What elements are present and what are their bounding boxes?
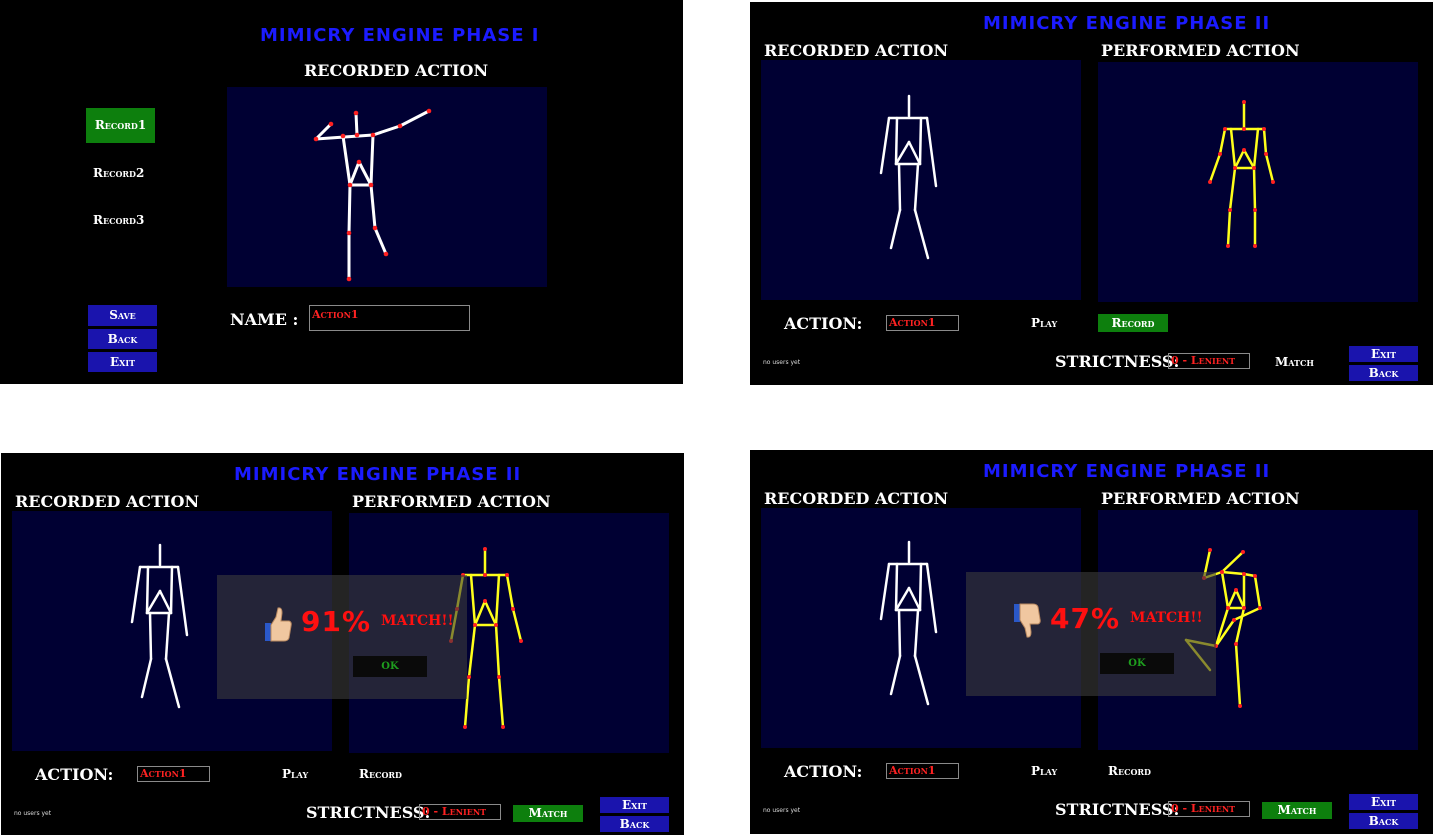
back-button[interactable]: Back: [1349, 365, 1418, 381]
performed-skeleton: [1208, 100, 1275, 248]
ok-button[interactable]: OK: [353, 656, 427, 677]
action-select[interactable]: Action1: [137, 766, 210, 782]
save-button[interactable]: Save: [88, 305, 157, 326]
users-status: no users yet: [14, 810, 52, 817]
phase2-panel-match: MIMICRY ENGINE PHASE II RECORDED ACTION …: [1, 453, 684, 835]
match-button[interactable]: Match: [1262, 802, 1332, 819]
exit-button[interactable]: Exit: [1349, 794, 1418, 810]
record-button[interactable]: Record: [1098, 314, 1168, 332]
performed-action-heading: PERFORMED ACTION: [1101, 41, 1300, 60]
match-button[interactable]: Match: [513, 805, 583, 822]
ok-button[interactable]: OK: [1100, 653, 1174, 674]
action-select[interactable]: Action1: [886, 315, 959, 331]
exit-button[interactable]: Exit: [88, 352, 157, 372]
strictness-label: STRICTNESS:: [1055, 352, 1180, 371]
back-button[interactable]: Back: [600, 816, 669, 832]
strictness-select[interactable]: 0 - Lenient: [1168, 801, 1250, 817]
recorded-action-heading: RECORDED ACTION: [764, 41, 949, 60]
performed-action-heading: PERFORMED ACTION: [352, 492, 551, 511]
match-result-dialog: 47% MATCH!! OK: [966, 572, 1216, 696]
record2-button[interactable]: Record2: [93, 166, 144, 180]
record-button[interactable]: Record: [359, 767, 402, 781]
match-percentage: 91%: [301, 605, 372, 638]
phase2-panel-mismatch: MIMICRY ENGINE PHASE II RECORDED ACTION …: [750, 450, 1433, 834]
app-title: MIMICRY ENGINE PHASE II: [983, 461, 1271, 482]
thumbs-down-icon: [1008, 600, 1042, 644]
match-text: MATCH!!: [381, 613, 454, 629]
action-select[interactable]: Action1: [886, 763, 959, 779]
match-result-dialog: 91% MATCH!! OK: [217, 575, 467, 699]
action-label: ACTION:: [784, 762, 863, 781]
recorded-action-heading: RECORDED ACTION: [15, 492, 200, 511]
recorded-action-heading: RECORDED ACTION: [764, 489, 949, 508]
app-title: MIMICRY ENGINE PHASE I: [260, 25, 540, 46]
users-status: no users yet: [763, 359, 801, 366]
app-title: MIMICRY ENGINE PHASE II: [983, 13, 1271, 34]
back-button[interactable]: Back: [1349, 813, 1418, 829]
users-status: no users yet: [763, 807, 801, 814]
recorded-skeleton: [313, 108, 432, 282]
name-label: NAME :: [230, 310, 299, 329]
strictness-label: STRICTNESS:: [1055, 800, 1180, 819]
app-title: MIMICRY ENGINE PHASE II: [234, 464, 522, 485]
back-button[interactable]: Back: [88, 329, 157, 349]
record3-button[interactable]: Record3: [93, 213, 144, 227]
performed-action-heading: PERFORMED ACTION: [1101, 489, 1300, 508]
recorded-skeleton: [879, 94, 938, 260]
strictness-select[interactable]: 0 - Lenient: [1168, 353, 1250, 369]
exit-button[interactable]: Exit: [1349, 346, 1418, 362]
play-button[interactable]: Play: [1031, 316, 1057, 330]
record-button[interactable]: Record: [1108, 764, 1151, 778]
recorded-action-canvas: [761, 60, 1081, 300]
recorded-action-canvas: [227, 87, 547, 287]
performed-action-canvas: [1098, 62, 1418, 302]
action-label: ACTION:: [784, 314, 863, 333]
match-text: MATCH!!: [1130, 610, 1203, 626]
play-button[interactable]: Play: [1031, 764, 1057, 778]
recorded-action-heading: RECORDED ACTION: [304, 61, 489, 80]
play-button[interactable]: Play: [282, 767, 308, 781]
thumbs-up-icon: [259, 605, 293, 649]
phase1-panel: MIMICRY ENGINE PHASE I RECORDED ACTION R…: [0, 0, 683, 384]
action-name-input[interactable]: Action1: [309, 305, 470, 331]
exit-button[interactable]: Exit: [600, 797, 669, 813]
strictness-select[interactable]: 0 - Lenient: [419, 804, 501, 820]
strictness-label: STRICTNESS:: [306, 803, 431, 822]
action-label: ACTION:: [35, 765, 114, 784]
match-percentage: 47%: [1050, 602, 1121, 635]
phase2-panel-idle: MIMICRY ENGINE PHASE II RECORDED ACTION …: [750, 2, 1433, 385]
match-button[interactable]: Match: [1275, 355, 1314, 369]
record1-button[interactable]: Record1: [86, 108, 155, 143]
